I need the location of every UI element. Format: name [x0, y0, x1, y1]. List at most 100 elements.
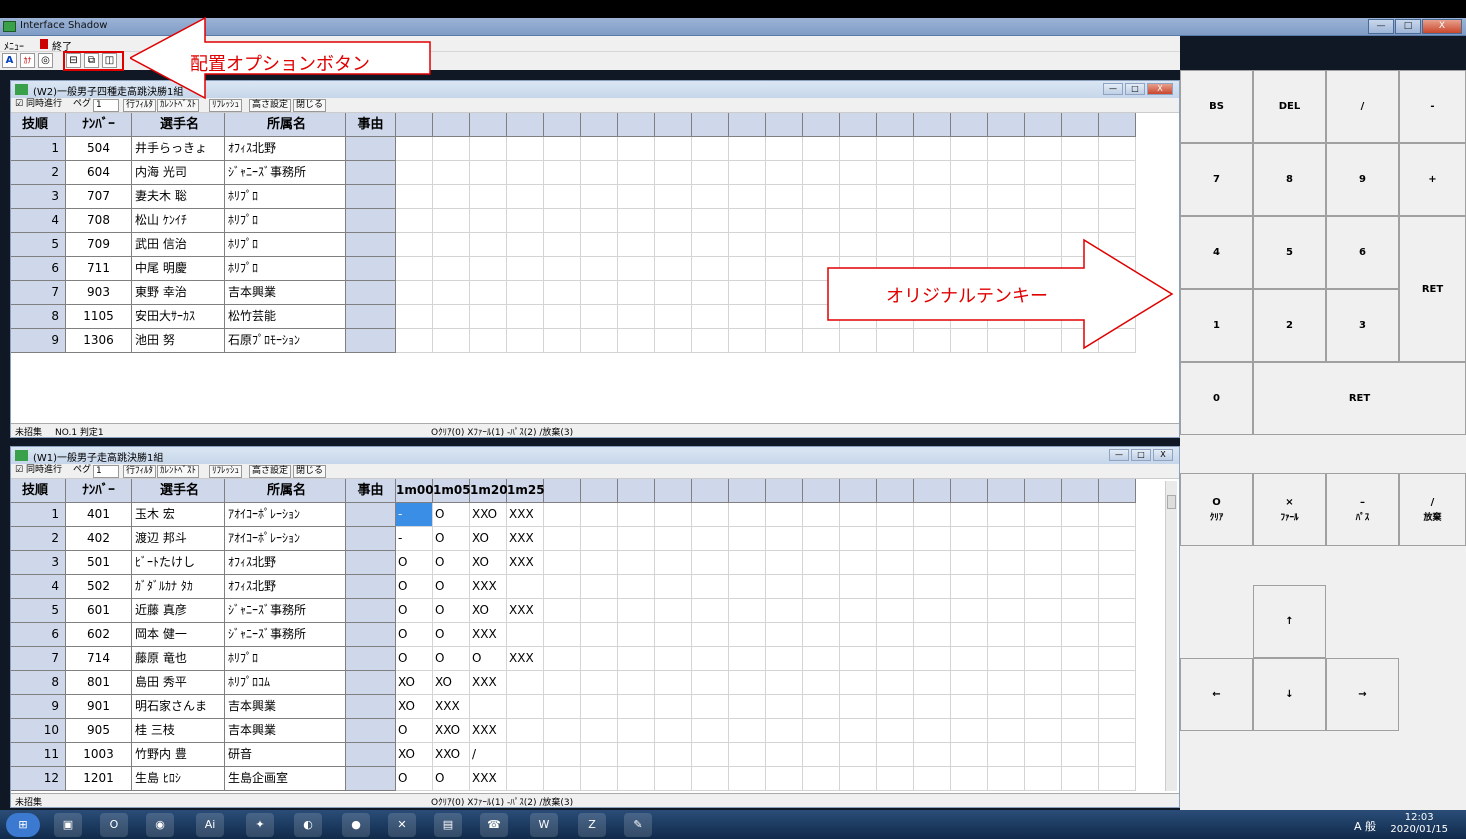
attempt-cell[interactable]	[914, 671, 951, 695]
attempt-cell[interactable]	[951, 575, 988, 599]
attempt-cell[interactable]	[840, 719, 877, 743]
key-slash[interactable]: /	[1326, 70, 1399, 143]
reason-cell[interactable]	[346, 671, 396, 695]
attempt-cell[interactable]	[766, 329, 803, 353]
athlete-name-cell[interactable]: 桂 三枝	[132, 719, 225, 743]
attempt-cell[interactable]	[507, 623, 544, 647]
key-ret-wide[interactable]: RET	[1253, 362, 1466, 435]
height-column-header[interactable]	[1099, 479, 1136, 503]
key-0[interactable]: 0	[1180, 362, 1253, 435]
attempt-cell[interactable]	[1099, 209, 1136, 233]
attempt-cell[interactable]	[655, 719, 692, 743]
attempt-cell[interactable]	[433, 209, 470, 233]
attempt-cell[interactable]	[544, 671, 581, 695]
attempt-cell[interactable]	[1099, 647, 1136, 671]
attempt-cell[interactable]	[581, 551, 618, 575]
attempt-cell[interactable]	[988, 743, 1025, 767]
attempt-cell[interactable]: XO	[396, 695, 433, 719]
attempt-cell[interactable]	[692, 671, 729, 695]
height-column-header[interactable]	[544, 113, 581, 137]
column-header-number[interactable]: ﾅﾝﾊﾞｰ	[66, 113, 132, 137]
attempt-cell[interactable]: O	[396, 767, 433, 791]
attempt-cell[interactable]	[1062, 647, 1099, 671]
attempt-cell[interactable]	[988, 623, 1025, 647]
team-cell[interactable]: ｱｵｲｺｰﾎﾟﾚｰｼｮﾝ	[225, 527, 346, 551]
attempt-cell[interactable]	[544, 695, 581, 719]
attempt-cell[interactable]	[507, 185, 544, 209]
attempt-cell[interactable]	[1062, 185, 1099, 209]
attempt-cell[interactable]: O	[433, 599, 470, 623]
team-cell[interactable]: ｵﾌｨｽ北野	[225, 551, 346, 575]
attempt-cell[interactable]	[1099, 695, 1136, 719]
attempt-cell[interactable]	[544, 743, 581, 767]
height-column-header[interactable]	[914, 479, 951, 503]
attempt-cell[interactable]: XXX	[470, 719, 507, 743]
firefox-icon[interactable]: ●	[342, 813, 370, 837]
attempt-cell[interactable]	[729, 185, 766, 209]
attempt-cell[interactable]	[396, 209, 433, 233]
attempt-cell[interactable]	[1062, 527, 1099, 551]
attempt-cell[interactable]	[396, 233, 433, 257]
reason-cell[interactable]	[346, 137, 396, 161]
athlete-name-cell[interactable]: 藤原 竜也	[132, 647, 225, 671]
attempt-cell[interactable]	[803, 161, 840, 185]
attempt-cell[interactable]	[581, 329, 618, 353]
attempt-cell[interactable]	[766, 503, 803, 527]
attempt-cell[interactable]	[618, 209, 655, 233]
number-cell[interactable]: 1003	[66, 743, 132, 767]
explorer-icon[interactable]: ▣	[54, 813, 82, 837]
attempt-cell[interactable]	[840, 575, 877, 599]
key-8[interactable]: 8	[1253, 143, 1326, 216]
number-cell[interactable]: 903	[66, 281, 132, 305]
attempt-cell[interactable]	[618, 551, 655, 575]
attempt-cell[interactable]	[1099, 575, 1136, 599]
menu-item-menu[interactable]: ﾒﾆｭｰ	[4, 38, 24, 53]
attempt-cell[interactable]: XO	[396, 743, 433, 767]
height-column-header[interactable]	[581, 479, 618, 503]
attempt-cell[interactable]	[618, 767, 655, 791]
attempt-cell[interactable]	[581, 719, 618, 743]
height-column-header[interactable]	[655, 479, 692, 503]
number-cell[interactable]: 501	[66, 551, 132, 575]
attempt-cell[interactable]	[729, 671, 766, 695]
reason-cell[interactable]	[346, 767, 396, 791]
w2-table-row[interactable]: 2 604 内海 光司 ｼﾞｬﾆｰｽﾞ事務所	[11, 161, 1161, 185]
attempt-cell[interactable]	[1025, 695, 1062, 719]
key-up-arrow-icon[interactable]: ↑	[1253, 585, 1326, 658]
attempt-cell[interactable]	[581, 503, 618, 527]
attempt-cell[interactable]	[692, 137, 729, 161]
w2-peg-input[interactable]: 1	[93, 99, 119, 112]
athlete-name-cell[interactable]: ﾋﾞｰﾄたけし	[132, 551, 225, 575]
attempt-cell[interactable]	[766, 257, 803, 281]
team-cell[interactable]: ｵﾌｨｽ北野	[225, 575, 346, 599]
attempt-cell[interactable]	[544, 503, 581, 527]
attempt-cell[interactable]	[766, 551, 803, 575]
attempt-cell[interactable]	[803, 623, 840, 647]
attempt-cell[interactable]	[840, 743, 877, 767]
height-column-header[interactable]	[692, 479, 729, 503]
attempt-cell[interactable]	[951, 599, 988, 623]
attempt-cell[interactable]	[544, 719, 581, 743]
attempt-cell[interactable]	[581, 767, 618, 791]
height-column-header[interactable]	[840, 479, 877, 503]
attempt-cell[interactable]	[803, 599, 840, 623]
w2-row-filter-button[interactable]: 行ﾌｨﾙﾀ	[123, 99, 157, 112]
attempt-cell[interactable]	[581, 743, 618, 767]
team-cell[interactable]: 吉本興業	[225, 281, 346, 305]
attempt-cell[interactable]	[766, 671, 803, 695]
attempt-cell[interactable]	[1099, 185, 1136, 209]
attempt-cell[interactable]	[988, 719, 1025, 743]
attempt-cell[interactable]: /	[470, 743, 507, 767]
attempt-cell[interactable]	[1025, 575, 1062, 599]
xampp-icon[interactable]: ✕	[388, 813, 416, 837]
team-cell[interactable]: ﾎﾘﾌﾟﾛ	[225, 233, 346, 257]
reason-cell[interactable]	[346, 257, 396, 281]
illustrator-icon[interactable]: Ai	[196, 813, 224, 837]
w1-table-row[interactable]: 8 801 島田 秀平 ﾎﾘﾌﾟﾛｺﾑ XO XO XXX	[11, 671, 1161, 695]
attempt-cell[interactable]	[766, 719, 803, 743]
reason-cell[interactable]	[346, 719, 396, 743]
attempt-cell[interactable]	[840, 647, 877, 671]
attempt-cell[interactable]	[951, 137, 988, 161]
attempt-cell[interactable]	[914, 185, 951, 209]
attempt-cell[interactable]	[581, 281, 618, 305]
